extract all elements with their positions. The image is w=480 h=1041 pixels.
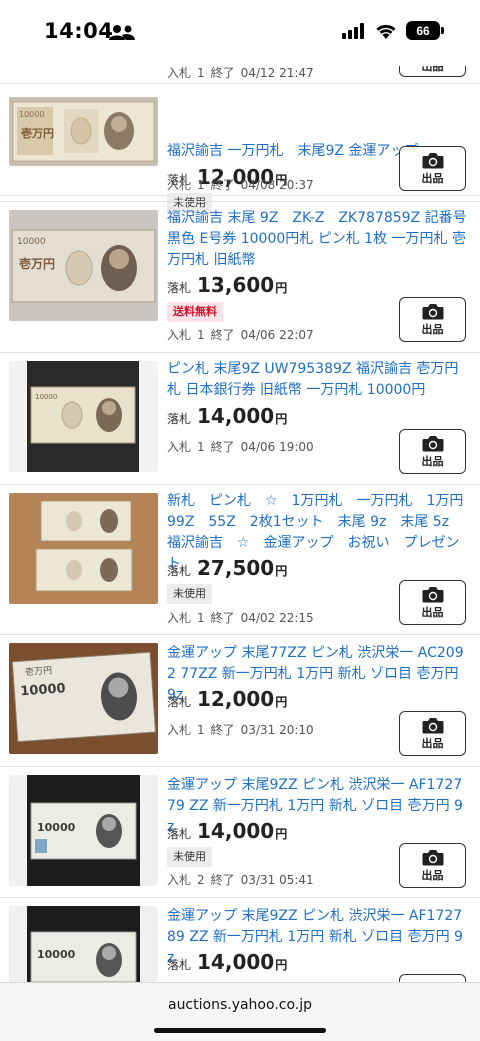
sell-button[interactable]: 出品 [399, 297, 466, 342]
status-indicators: 66 [342, 21, 444, 40]
url-text[interactable]: auctions.yahoo.co.jp [0, 997, 480, 1013]
item-thumbnail[interactable]: 10000 壱万円 [9, 210, 158, 321]
item-thumbnail[interactable]: 10000 壱万円 [9, 643, 158, 754]
free-shipping-badge: 送料無料 [167, 302, 223, 322]
sell-button[interactable]: 出品 [399, 843, 466, 888]
people-icon [108, 24, 136, 44]
item-meta: 入札 1 終了 04/06 19:00 [167, 440, 314, 454]
divider [0, 766, 480, 767]
svg-text:壱万円: 壱万円 [19, 256, 55, 271]
home-indicator[interactable] [154, 1028, 326, 1033]
divider [0, 634, 480, 635]
sell-button[interactable]: 出品 [399, 580, 466, 625]
item-meta: 入札 1 終了 04/08 20:37 [167, 178, 314, 192]
svg-text:10000: 10000 [37, 821, 76, 834]
divider [0, 201, 480, 202]
item-price: 落札 14,000 円 [167, 404, 288, 428]
camera-icon [422, 152, 443, 168]
sell-button[interactable]: 出品 [399, 711, 466, 756]
camera-icon [422, 717, 443, 733]
battery-level: 66 [416, 23, 430, 38]
auction-items: 入札 1 終了 04/08 20:37 出品 10000 壱万円 福沢諭吉 末尾 9Z … [0, 0, 480, 984]
condition-badge: 未使用 [167, 584, 212, 604]
browser-url-bar[interactable]: auctions.yahoo.co.jp [0, 982, 480, 1041]
sell-button[interactable]: 出品 [399, 429, 466, 474]
status-bar: 14:04 66 [0, 0, 480, 66]
item-price: 落札 13,600 円 [167, 273, 288, 297]
camera-icon [422, 303, 443, 319]
item-price: 落札 12,000 円 [167, 687, 288, 711]
sell-button[interactable]: 出品 [399, 146, 466, 191]
battery-icon: 66 [406, 21, 444, 40]
camera-icon [422, 435, 443, 451]
signal-icon [342, 22, 364, 39]
divider [0, 352, 480, 353]
item-meta: 入札 1 終了 04/06 22:07 [167, 328, 314, 342]
divider [0, 897, 480, 898]
item-thumbnail[interactable]: 10000 [9, 906, 158, 982]
svg-text:10000: 10000 [17, 237, 46, 247]
condition-badge: 未使用 [167, 847, 212, 867]
item-thumbnail[interactable]: 10000 [9, 775, 158, 886]
item-thumbnail[interactable]: 10000 [9, 361, 158, 472]
svg-text:10000: 10000 [20, 681, 66, 699]
item-title[interactable]: 福沢諭吉 末尾 9Z ZK-Z ZK787859Z 記番号 黒色 E号券 100… [167, 208, 470, 271]
svg-text:10000: 10000 [37, 948, 76, 961]
svg-text:10000: 10000 [35, 393, 57, 401]
divider [0, 484, 480, 485]
wifi-icon [376, 24, 396, 39]
camera-icon [422, 849, 443, 865]
item-meta: 入札 1 終了 03/31 20:10 [167, 723, 314, 737]
item-title[interactable]: ピン札 末尾9Z UW795389Z 福沢諭吉 壱万円札 日本銀行券 旧紙幣 一… [167, 359, 470, 401]
item-price: 落札 14,000 円 [167, 950, 288, 974]
item-meta: 入札 1 終了 04/02 22:15 [167, 611, 314, 625]
item-meta: 入札 2 終了 03/31 05:41 [167, 873, 314, 887]
item-price: 落札 14,000 円 [167, 819, 288, 843]
camera-icon [422, 586, 443, 602]
status-time: 14:04 [44, 19, 114, 43]
item-thumbnail[interactable] [9, 493, 158, 604]
item-price: 落札 27,500 円 [167, 556, 288, 580]
